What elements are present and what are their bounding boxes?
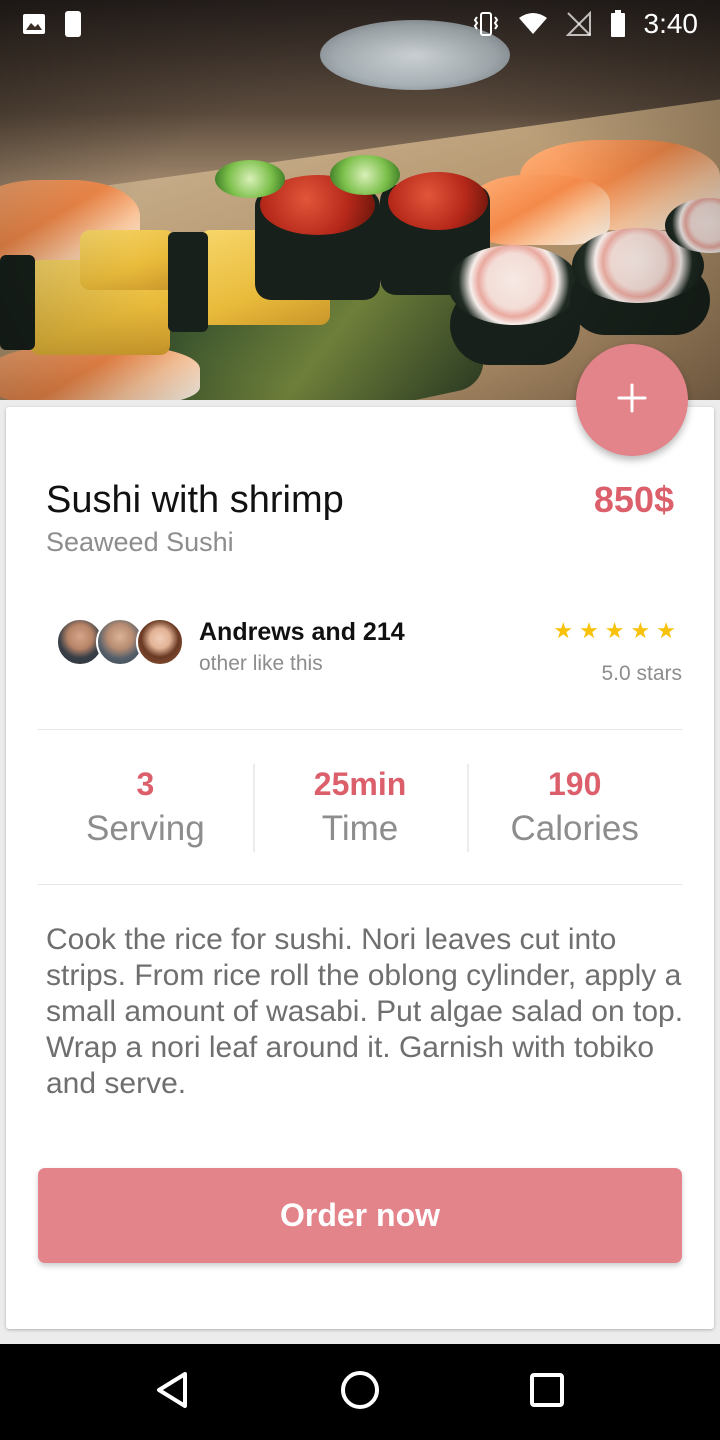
status-bar: 3:40	[0, 0, 720, 48]
stats-row: 3 Serving 25min Time 190 Calories	[38, 762, 682, 854]
star-icon: ★	[579, 618, 599, 643]
likes-subtext: other like this	[199, 652, 323, 675]
stat-value: 3	[136, 766, 155, 802]
social-likes[interactable]: Andrews and 214 other like this ★ ★ ★ ★ …	[56, 618, 682, 688]
avatar	[136, 618, 184, 666]
hero-vignette	[0, 0, 720, 400]
star-icon: ★	[604, 618, 625, 643]
stat-label: Time	[321, 809, 399, 848]
back-button[interactable]	[143, 1362, 203, 1422]
wifi-icon	[518, 12, 548, 36]
star-icon: ★	[656, 618, 676, 643]
add-button[interactable]	[576, 344, 688, 456]
rating-text: 5.0 stars	[601, 662, 682, 685]
likes-names: Andrews and 214	[199, 618, 405, 646]
back-triangle-icon	[153, 1370, 193, 1415]
stat-label: Serving	[86, 809, 205, 848]
star-icon: ★	[553, 618, 574, 643]
stat-calories: 190 Calories	[467, 762, 682, 854]
no-sim-icon	[565, 11, 592, 37]
dish-title: Sushi with shrimp	[46, 479, 344, 521]
plus-icon	[617, 383, 647, 418]
home-button[interactable]	[330, 1362, 390, 1422]
vibrate-icon	[472, 11, 500, 37]
order-now-button[interactable]: Order now	[38, 1168, 682, 1263]
dish-subtitle: Seaweed Sushi	[46, 527, 234, 557]
divider	[38, 884, 682, 885]
dish-card: Sushi with shrimp Seaweed Sushi 850$ And…	[6, 407, 714, 1329]
stat-serving: 3 Serving	[38, 762, 253, 854]
stat-time: 25min Time	[252, 762, 468, 854]
moon-alarm-icon	[64, 10, 82, 38]
home-circle-icon	[339, 1369, 381, 1416]
recents-button[interactable]	[517, 1362, 577, 1422]
system-nav-bar	[0, 1344, 720, 1440]
star-icon: ★	[630, 618, 651, 643]
star-rating: ★ ★ ★ ★ ★	[553, 618, 676, 644]
battery-icon	[610, 10, 626, 38]
dish-price: 850$	[593, 479, 674, 520]
stat-label: Calories	[510, 809, 639, 848]
dish-description: Cook the rice for sushi. Nori leaves cut…	[46, 923, 684, 1100]
divider	[38, 729, 682, 730]
image-icon	[22, 13, 46, 35]
status-time: 3:40	[643, 8, 699, 39]
stat-value: 25min	[313, 766, 407, 802]
hero-image	[0, 0, 720, 400]
recents-square-icon	[529, 1372, 565, 1413]
stat-value: 190	[547, 766, 602, 802]
